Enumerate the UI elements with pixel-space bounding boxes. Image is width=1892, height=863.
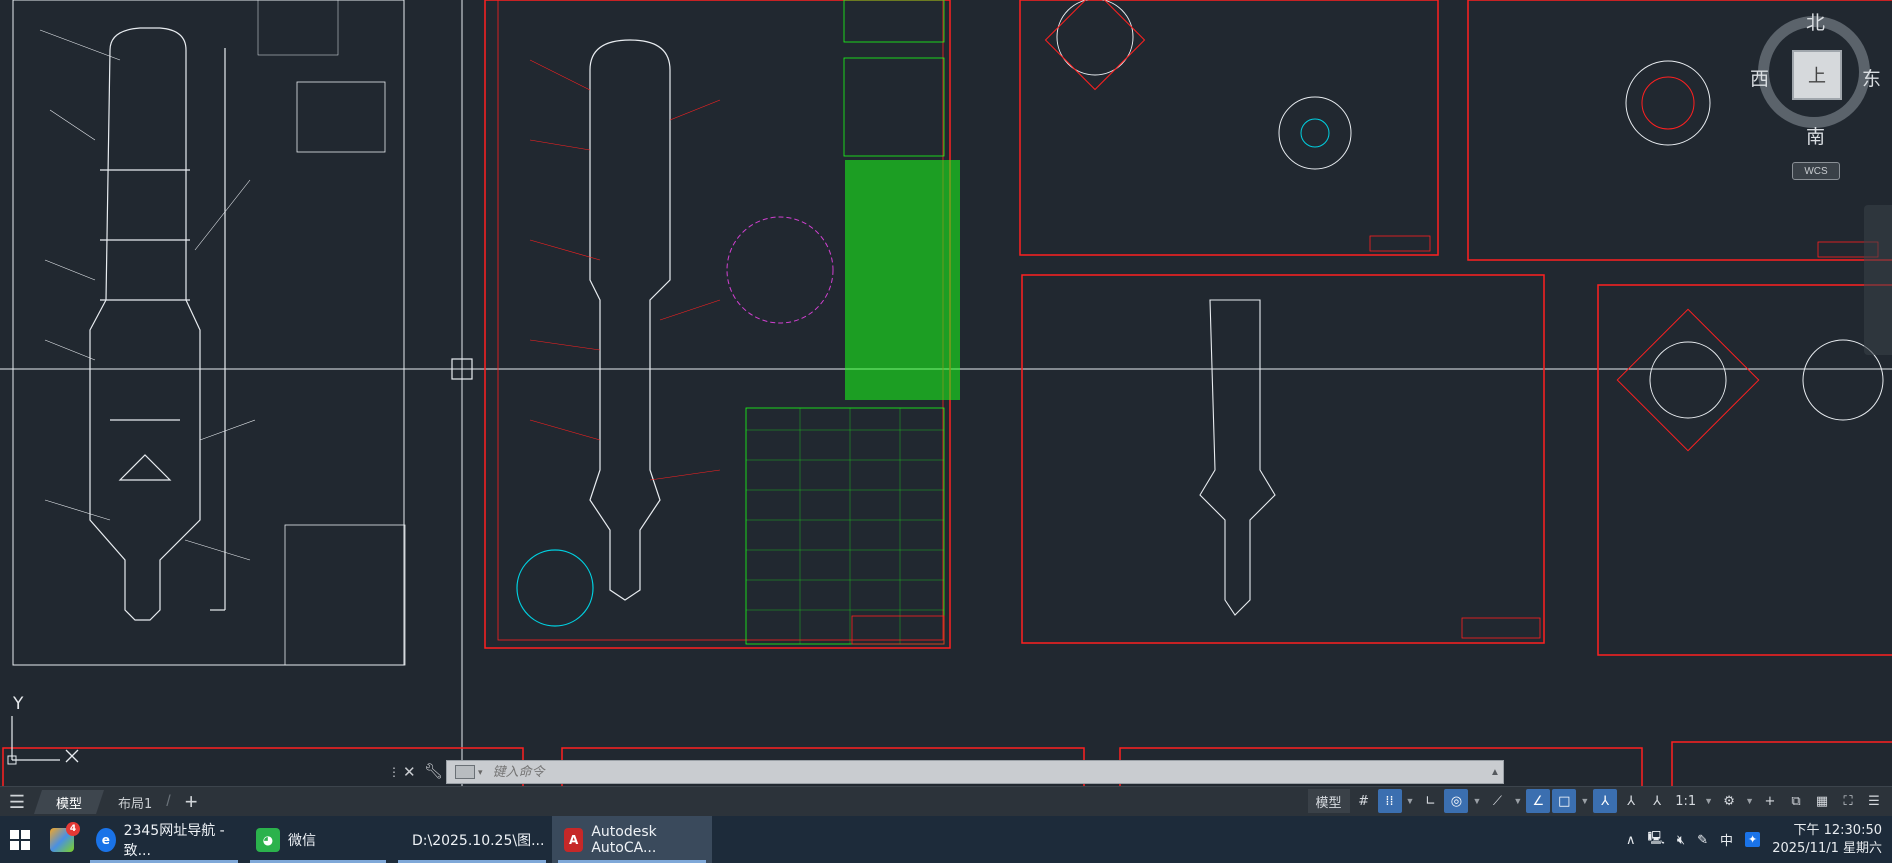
tab-layout1[interactable]: 布局1: [104, 790, 166, 814]
taskbar-app-label: D:\2025.10.25\图...: [412, 832, 545, 849]
add-layout-button[interactable]: +: [171, 789, 212, 815]
compass-south[interactable]: 南: [1806, 122, 1825, 149]
viewcube[interactable]: 北 南 东 西 上 WCS: [1750, 6, 1892, 180]
app-launcher-icon: 4: [50, 821, 80, 852]
volume-muted-icon[interactable]: 🔇︎: [1677, 832, 1685, 848]
taskbar-app-label: 2345网址导航 - 致...: [123, 822, 225, 859]
navigation-bar[interactable]: [1864, 205, 1892, 355]
close-icon[interactable]: ✕: [403, 763, 416, 781]
taskbar-app-browser[interactable]: e 2345网址导航 - 致...: [84, 816, 244, 863]
compass-east[interactable]: 东: [1862, 64, 1881, 91]
windows-taskbar: 4 e 2345网址导航 - 致... ◕ 微信 D:\2025.10.25\图…: [0, 816, 1892, 863]
compass-north[interactable]: 北: [1806, 8, 1825, 35]
polar-dropdown-icon[interactable]: ▼: [1470, 796, 1483, 806]
tab-model[interactable]: 模型: [34, 790, 104, 814]
taskbar-app-explorer[interactable]: D:\2025.10.25\图...: [392, 816, 552, 863]
browser-icon: e: [96, 827, 116, 852]
wcs-menu[interactable]: WCS: [1792, 162, 1840, 180]
command-tools: ⋮: [388, 760, 400, 784]
ime-mode[interactable]: 中: [1720, 830, 1733, 849]
taskbar-app-autocad[interactable]: A Autodesk AutoCA...: [552, 816, 712, 863]
ortho-icon[interactable]: ∟: [1418, 789, 1442, 813]
chevron-up-icon[interactable]: ∧: [1626, 832, 1636, 848]
plus-icon[interactable]: +: [1758, 789, 1782, 813]
ucs-y-label: Y: [13, 694, 24, 714]
osnap-dropdown-icon[interactable]: ▼: [1578, 796, 1591, 806]
status-bar: 模型 # ⁞⁞ ▼ ∟ ◎ ▼ ⟋ ▼ ∠ □ ▼ ⅄ ⅄ ⅄ 1:1 ▼ ⚙ …: [1307, 786, 1892, 816]
autocad-icon: A: [564, 827, 584, 852]
compass-west[interactable]: 西: [1750, 64, 1769, 91]
wechat-icon: ◕: [256, 827, 280, 852]
annotation-visibility-icon[interactable]: ⅄: [1593, 789, 1618, 813]
customize-menu-icon[interactable]: ☰: [1862, 789, 1886, 813]
object-snap-tracking-icon[interactable]: ∠: [1526, 789, 1551, 813]
drag-handle-icon[interactable]: ⋮: [388, 765, 400, 779]
windows-logo-icon: [10, 829, 30, 850]
snap-dropdown-icon[interactable]: ▼: [1404, 796, 1417, 806]
polar-icon[interactable]: ◎: [1444, 789, 1469, 813]
taskbar-pinned-app[interactable]: 4: [40, 816, 84, 863]
taskbar-app-label: 微信: [288, 832, 316, 849]
cad-drawing: [0, 0, 1892, 786]
command-input[interactable]: [482, 763, 1487, 781]
annotation-scale-value[interactable]: 1:1: [1671, 789, 1700, 813]
ime-icon[interactable]: ✦: [1744, 832, 1761, 847]
clock-date: 2025/11/1 星期六: [1772, 840, 1882, 856]
notification-badge: 4: [66, 821, 80, 836]
drawing-canvas[interactable]: Y 北 南 东 西 上 WCS ⋮ ✕ 🔧︎ ▾ ▲: [0, 0, 1892, 786]
hardware-acceleration-icon[interactable]: ▦: [1810, 789, 1834, 813]
model-space-button[interactable]: 模型: [1307, 789, 1350, 813]
annotation-scale-icon[interactable]: ⅄: [1645, 789, 1669, 813]
isodraft-dropdown-icon[interactable]: ▼: [1511, 796, 1524, 806]
isolate-objects-icon[interactable]: ⧉: [1784, 789, 1808, 813]
isodraft-icon[interactable]: ⟋: [1485, 789, 1509, 813]
taskbar-app-label: Autodesk AutoCA...: [591, 823, 657, 856]
snap-icon[interactable]: ⁞⁞: [1377, 789, 1402, 813]
grid-icon[interactable]: #: [1352, 789, 1376, 813]
system-tray: ∧ 🖳︎ 🔇︎ ✎ 中 ✦ 下午 12:30:50 2025/11/1 星期六: [1626, 816, 1892, 863]
pen-icon[interactable]: ✎: [1697, 832, 1708, 848]
auto-scale-icon[interactable]: ⅄: [1619, 789, 1643, 813]
network-icon[interactable]: 🖳︎: [1648, 829, 1665, 851]
viewcube-top-face[interactable]: 上: [1792, 50, 1842, 100]
chevron-up-icon[interactable]: ▲: [1487, 767, 1503, 778]
wrench-icon[interactable]: 🔧︎: [424, 762, 443, 780]
object-snap-icon[interactable]: □: [1552, 789, 1577, 813]
clock-time: 下午 12:30:50: [1793, 822, 1882, 838]
fullscreen-icon[interactable]: ⛶: [1836, 789, 1860, 813]
start-button[interactable]: [0, 816, 40, 863]
gear-icon[interactable]: ⚙: [1717, 789, 1741, 813]
command-line[interactable]: ▾ ▲: [446, 760, 1504, 784]
hamburger-menu-icon[interactable]: ☰: [0, 792, 34, 813]
command-history-icon[interactable]: [455, 765, 475, 779]
taskbar-app-wechat[interactable]: ◕ 微信: [244, 816, 392, 863]
scale-dropdown-icon[interactable]: ▼: [1702, 796, 1715, 806]
clock[interactable]: 下午 12:30:50 2025/11/1 星期六: [1772, 822, 1882, 858]
workspace-dropdown-icon[interactable]: ▼: [1743, 796, 1756, 806]
